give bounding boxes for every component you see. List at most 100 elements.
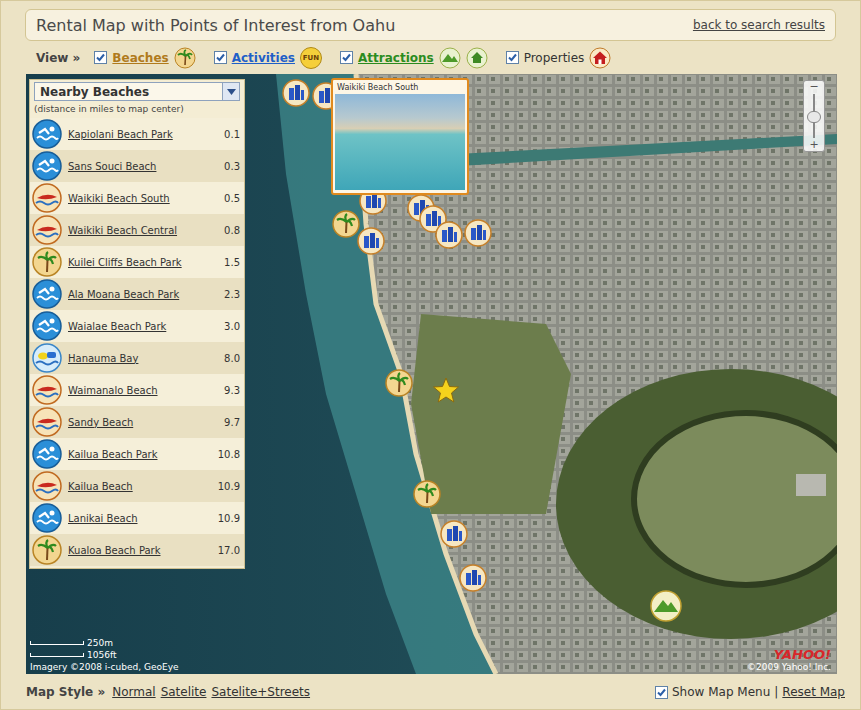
beach-row[interactable]: Kualoa Beach Park17.0 — [30, 534, 244, 566]
footer-bar: Map Style »NormalSateliteSatelite+Street… — [1, 674, 860, 710]
reset-map-link[interactable]: Reset Map — [782, 685, 845, 699]
beach-row[interactable]: Waimanalo Beach 9.3 — [30, 374, 244, 406]
filter-checkbox[interactable] — [214, 51, 227, 64]
building-icon — [435, 221, 463, 249]
beach-link[interactable]: Kuilei Cliffs Beach Park — [68, 257, 208, 268]
view-label: View » — [36, 51, 80, 65]
map-style-link[interactable]: Normal — [112, 685, 155, 699]
beach-row[interactable]: Kailua Beach 10.9 — [30, 470, 244, 502]
beach-distance: 10.9 — [214, 481, 240, 492]
beach-link[interactable]: Sans Souci Beach — [68, 161, 208, 172]
beach-row[interactable]: Waikiki Beach South 0.5 — [30, 182, 244, 214]
property-pin[interactable] — [282, 79, 310, 107]
beach-row[interactable]: Lanikai Beach10.9 — [30, 502, 244, 534]
zoom-control: −+ — [803, 80, 825, 152]
page-title: Rental Map with Points of Interest from … — [36, 16, 395, 35]
page: Rental Map with Points of Interest from … — [0, 0, 861, 710]
filter-label[interactable]: Properties — [524, 51, 585, 65]
swimming-icon — [32, 503, 62, 533]
beach-row[interactable]: Kapiolani Beach Park 0.1 — [30, 118, 244, 150]
dropdown-arrow-icon[interactable] — [222, 83, 239, 100]
palm-pin[interactable] — [385, 369, 413, 397]
poi-popup[interactable]: Waikiki Beach South — [331, 78, 469, 195]
beach-row[interactable]: Kuilei Cliffs Beach Park1.5 — [30, 246, 244, 278]
filter-option[interactable]: Activities FUN — [214, 47, 322, 69]
building-icon — [464, 219, 492, 247]
palm-pin[interactable] — [413, 480, 441, 508]
beach-link[interactable]: Ala Moana Beach Park — [68, 289, 208, 300]
beach-row[interactable]: Waialae Beach Park 3.0 — [30, 310, 244, 342]
filter-option[interactable]: Beaches — [94, 47, 195, 69]
palm-icon — [32, 247, 62, 277]
beach-link[interactable]: Kailua Beach Park — [68, 449, 208, 460]
beach-row[interactable]: Kailua Beach Park10.8 — [30, 438, 244, 470]
beach-row[interactable]: Ala Moana Beach Park2.3 — [30, 278, 244, 310]
distance-note: (distance in miles to map center) — [30, 101, 244, 118]
beach-row[interactable]: Waikiki Beach Central0.8 — [30, 214, 244, 246]
beach-link[interactable]: Waikiki Beach South — [68, 193, 208, 204]
beach-link[interactable]: Kailua Beach — [68, 481, 208, 492]
beach-row[interactable]: Sandy Beach9.7 — [30, 406, 244, 438]
provider-logo: YAHOO!©2009 Yahoo! Inc. — [747, 648, 831, 672]
filter-checkbox[interactable] — [340, 51, 353, 64]
filter-option[interactable]: Attractions — [340, 47, 488, 69]
scale-imperial: 1056ft — [30, 649, 179, 661]
property-pin[interactable] — [459, 564, 487, 592]
star-pin[interactable] — [432, 376, 460, 404]
zoom-out-button[interactable]: − — [804, 81, 824, 93]
zoom-slider-knob[interactable] — [807, 111, 821, 123]
fun-icon: FUN — [300, 47, 322, 69]
beach-link[interactable]: Waimanalo Beach — [68, 385, 208, 396]
zoom-in-button[interactable]: + — [804, 139, 824, 151]
property-pin[interactable] — [435, 221, 463, 249]
show-menu-label[interactable]: Show Map Menu — [672, 685, 770, 699]
house-icon — [589, 47, 611, 69]
map-style-link[interactable]: Satelite+Streets — [211, 685, 310, 699]
beach-row[interactable]: Hanauma Bay8.0 — [30, 342, 244, 374]
mountain-icon — [439, 47, 461, 69]
star-icon — [432, 376, 460, 404]
beach-link[interactable]: Sandy Beach — [68, 417, 208, 428]
beach-distance: 0.5 — [214, 193, 240, 204]
beach-distance: 9.3 — [214, 385, 240, 396]
property-pin[interactable] — [357, 227, 385, 255]
beach-link[interactable]: Lanikai Beach — [68, 513, 208, 524]
surfing-icon — [32, 407, 62, 437]
attraction-pin[interactable] — [650, 590, 682, 622]
back-link[interactable]: back to search results — [693, 18, 825, 32]
map-style-link[interactable]: Satelite — [161, 685, 207, 699]
filter-label[interactable]: Activities — [232, 51, 295, 65]
map-menu-options: Show Map Menu|Reset Map — [655, 685, 845, 699]
nearby-beaches-panel: Nearby Beaches(distance in miles to map … — [29, 79, 245, 569]
palm-icon — [332, 210, 360, 238]
palm-pin[interactable] — [332, 210, 360, 238]
swimming-icon — [32, 311, 62, 341]
map[interactable]: Waikiki Beach SouthNearby Beaches(distan… — [26, 74, 837, 674]
beach-row[interactable]: Sans Souci Beach0.3 — [30, 150, 244, 182]
filter-option[interactable]: Properties — [506, 47, 612, 69]
filter-checkbox[interactable] — [94, 51, 107, 64]
property-pin[interactable] — [464, 219, 492, 247]
beach-link[interactable]: Hanauma Bay — [68, 353, 208, 364]
check-icon — [656, 687, 667, 698]
poi-dropdown[interactable]: Nearby Beaches — [34, 82, 240, 101]
beach-distance: 3.0 — [214, 321, 240, 332]
beach-distance: 0.1 — [214, 129, 240, 140]
beach-link[interactable]: Waialae Beach Park — [68, 321, 208, 332]
beach-link[interactable]: Waikiki Beach Central — [68, 225, 208, 236]
beach-link[interactable]: Kapiolani Beach Park — [68, 129, 208, 140]
map-style-options: Map Style »NormalSateliteSatelite+Street… — [26, 685, 310, 699]
surfing-icon — [32, 471, 62, 501]
beach-link[interactable]: Kualoa Beach Park — [68, 545, 208, 556]
filter-label[interactable]: Attractions — [358, 51, 434, 65]
view-bar: View » Beaches Activities FUN Attractions Pro… — [1, 41, 860, 74]
filter-checkbox[interactable] — [506, 51, 519, 64]
property-pin[interactable] — [440, 520, 468, 548]
filter-label[interactable]: Beaches — [112, 51, 168, 65]
header: Rental Map with Points of Interest from … — [25, 9, 836, 41]
copyright: ©2009 Yahoo! Inc. — [747, 662, 831, 672]
surfing-icon — [32, 183, 62, 213]
show-menu-checkbox[interactable] — [655, 686, 668, 699]
check-icon — [341, 52, 352, 63]
check-icon — [215, 52, 226, 63]
